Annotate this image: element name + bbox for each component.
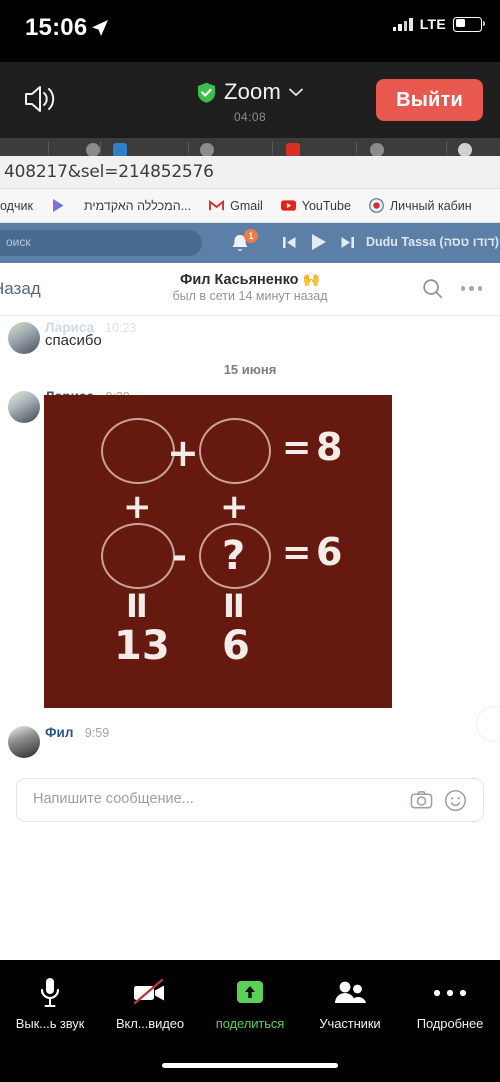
date-separator: 15 июня bbox=[223, 362, 277, 377]
leave-meeting-button[interactable]: Выйти bbox=[376, 79, 483, 121]
zoom-top-bar: Zoom 04:08 Выйти bbox=[0, 62, 500, 138]
button-label: Вык...ь звук bbox=[15, 1016, 85, 1031]
phone-screen: 15:06 LTE Zoom 04:08 Выйти 408217&sel=21… bbox=[0, 0, 500, 1082]
puzzle-unknown: ? bbox=[222, 533, 246, 579]
contact-emoji: 🙌 bbox=[302, 271, 321, 287]
browser-url-bar[interactable]: 408217&sel=214852576 bbox=[0, 156, 500, 189]
faded-message-head: Лариса 10:23 bbox=[0, 320, 500, 346]
math-puzzle-image[interactable]: + = 8 + + - ? = 6 II II 13 6 bbox=[44, 395, 392, 708]
zoom-title: Zoom bbox=[223, 79, 282, 104]
avatar[interactable] bbox=[8, 391, 40, 423]
message-author: Фил bbox=[45, 725, 74, 740]
vk-search-input[interactable]: оиск bbox=[0, 230, 202, 256]
puzzle-col-op-left: + bbox=[123, 487, 152, 527]
puzzle-col-eq-left: II bbox=[126, 587, 148, 625]
shield-check-icon bbox=[197, 82, 215, 103]
browser-tab-strip[interactable] bbox=[0, 138, 500, 157]
list-item[interactable]: Лариса 10:23 спасибо bbox=[0, 316, 500, 354]
gmail-icon bbox=[209, 199, 225, 211]
more-dots-icon bbox=[400, 974, 500, 1012]
bookmark-item[interactable]: Gmail bbox=[200, 198, 272, 213]
puzzle-op-row2: - bbox=[172, 536, 187, 577]
message-time: 9:59 bbox=[84, 726, 110, 740]
microphone-icon bbox=[0, 974, 100, 1012]
play-store-icon bbox=[52, 199, 64, 212]
bookmark-label: המכללה האקדמית... bbox=[83, 198, 192, 213]
status-right-cluster: LTE bbox=[392, 16, 485, 32]
carrier-label: LTE bbox=[419, 16, 446, 32]
more-button[interactable]: Подробнее bbox=[400, 974, 500, 1031]
vk-chat: Назад Фил Касьяненко 🙌 был в сети 14 мин… bbox=[0, 263, 500, 928]
bookmark-item[interactable]: המכללה האקדמית... bbox=[75, 199, 200, 213]
puzzle-col-op-right: + bbox=[220, 487, 249, 527]
participants-icon bbox=[300, 974, 400, 1012]
list-item[interactable]: Лариса 9:29 + = 8 + + bbox=[0, 388, 500, 708]
ios-status-bar: 15:06 LTE bbox=[0, 0, 500, 62]
chat-header: Назад Фил Касьяненко 🙌 был в сети 14 мин… bbox=[0, 263, 500, 316]
bookmarks-bar: одчик המכללה האקדמית... Gmail YouTube Ли… bbox=[0, 189, 500, 223]
camera-icon[interactable] bbox=[410, 789, 433, 812]
puzzle-op-row1: + bbox=[167, 431, 199, 475]
bookmark-label: YouTube bbox=[301, 198, 351, 213]
button-label: Подробнее bbox=[416, 1016, 484, 1031]
bookmark-label: Личный кабин bbox=[389, 198, 472, 213]
search-icon[interactable] bbox=[421, 277, 444, 300]
browser-viewport: 408217&sel=214852576 одчик המכללה האקדמי… bbox=[0, 138, 500, 960]
url-text: 408217&sel=214852576 bbox=[4, 162, 214, 182]
bookmark-item[interactable]: Личный кабин bbox=[360, 198, 481, 213]
button-label: поделиться bbox=[215, 1016, 285, 1031]
message-input[interactable]: Напишите сообщение... bbox=[16, 778, 484, 822]
vk-top-bar: оиск 1 Dudu Tassa (דודו טסה) bbox=[0, 223, 500, 263]
puzzle-eq-row2: = bbox=[282, 533, 312, 573]
message-composer: Напишите сообщение... bbox=[0, 764, 500, 834]
puzzle-circle bbox=[101, 523, 175, 589]
zoom-bottom-toolbar: Вык...ь звук Вкл...видео поделиться Учас… bbox=[0, 960, 500, 1082]
puzzle-circle bbox=[199, 418, 271, 484]
composer-placeholder: Напишите сообщение... bbox=[33, 791, 194, 807]
play-icon[interactable] bbox=[310, 233, 327, 251]
vk-audio-player[interactable] bbox=[282, 233, 355, 251]
bookmark-label: Gmail bbox=[230, 198, 263, 213]
mute-audio-button[interactable]: Вык...ь звук bbox=[0, 974, 100, 1031]
button-label: Вкл...видео bbox=[115, 1016, 185, 1031]
chevron-down-icon[interactable] bbox=[289, 88, 303, 97]
puzzle-eq-row1: = bbox=[282, 428, 312, 468]
more-options-icon[interactable] bbox=[460, 286, 482, 291]
vk-search-placeholder: оиск bbox=[6, 235, 31, 249]
bookmark-item[interactable] bbox=[42, 198, 75, 213]
message-time: 10:23 bbox=[105, 321, 137, 335]
location-arrow-icon bbox=[92, 20, 108, 36]
puzzle-result-row2: 6 bbox=[316, 530, 343, 574]
vk-now-playing[interactable]: Dudu Tassa (דודו טסה) bbox=[366, 235, 499, 249]
message-author: Лариса bbox=[45, 320, 95, 335]
account-icon bbox=[369, 198, 384, 213]
skip-next-icon[interactable] bbox=[340, 235, 355, 250]
avatar[interactable] bbox=[8, 726, 40, 758]
youtube-icon bbox=[280, 200, 296, 211]
button-label: Участники bbox=[319, 1016, 381, 1031]
bookmark-item[interactable]: одчик bbox=[0, 199, 42, 213]
puzzle-result-row1: 8 bbox=[316, 425, 343, 469]
smiley-icon[interactable] bbox=[444, 789, 467, 812]
bookmark-item[interactable]: YouTube bbox=[272, 198, 360, 213]
puzzle-col-total-right: 6 bbox=[222, 623, 250, 669]
puzzle-col-eq-right: II bbox=[223, 587, 245, 625]
video-off-icon bbox=[100, 974, 200, 1012]
cellular-signal-icon bbox=[392, 17, 413, 31]
puzzle-circle bbox=[101, 418, 175, 484]
battery-icon bbox=[453, 16, 485, 32]
contact-name-text: Фил Касьяненко bbox=[179, 272, 299, 288]
share-screen-button[interactable]: поделиться bbox=[200, 974, 300, 1031]
share-screen-icon bbox=[200, 974, 300, 1012]
message-list[interactable]: Лариса 10:23 спасибо 15 июня Лариса 9:29 bbox=[0, 316, 500, 928]
notification-badge: 1 bbox=[244, 229, 258, 243]
puzzle-col-total-left: 13 bbox=[114, 623, 170, 669]
status-time: 15:06 bbox=[25, 14, 88, 41]
home-indicator bbox=[162, 1062, 338, 1068]
start-video-button[interactable]: Вкл...видео bbox=[100, 974, 200, 1031]
list-item[interactable]: Фил 9:59 bbox=[0, 724, 500, 758]
participants-button[interactable]: Участники bbox=[300, 974, 400, 1031]
skip-previous-icon[interactable] bbox=[282, 235, 297, 250]
bookmark-label: одчик bbox=[0, 198, 33, 213]
